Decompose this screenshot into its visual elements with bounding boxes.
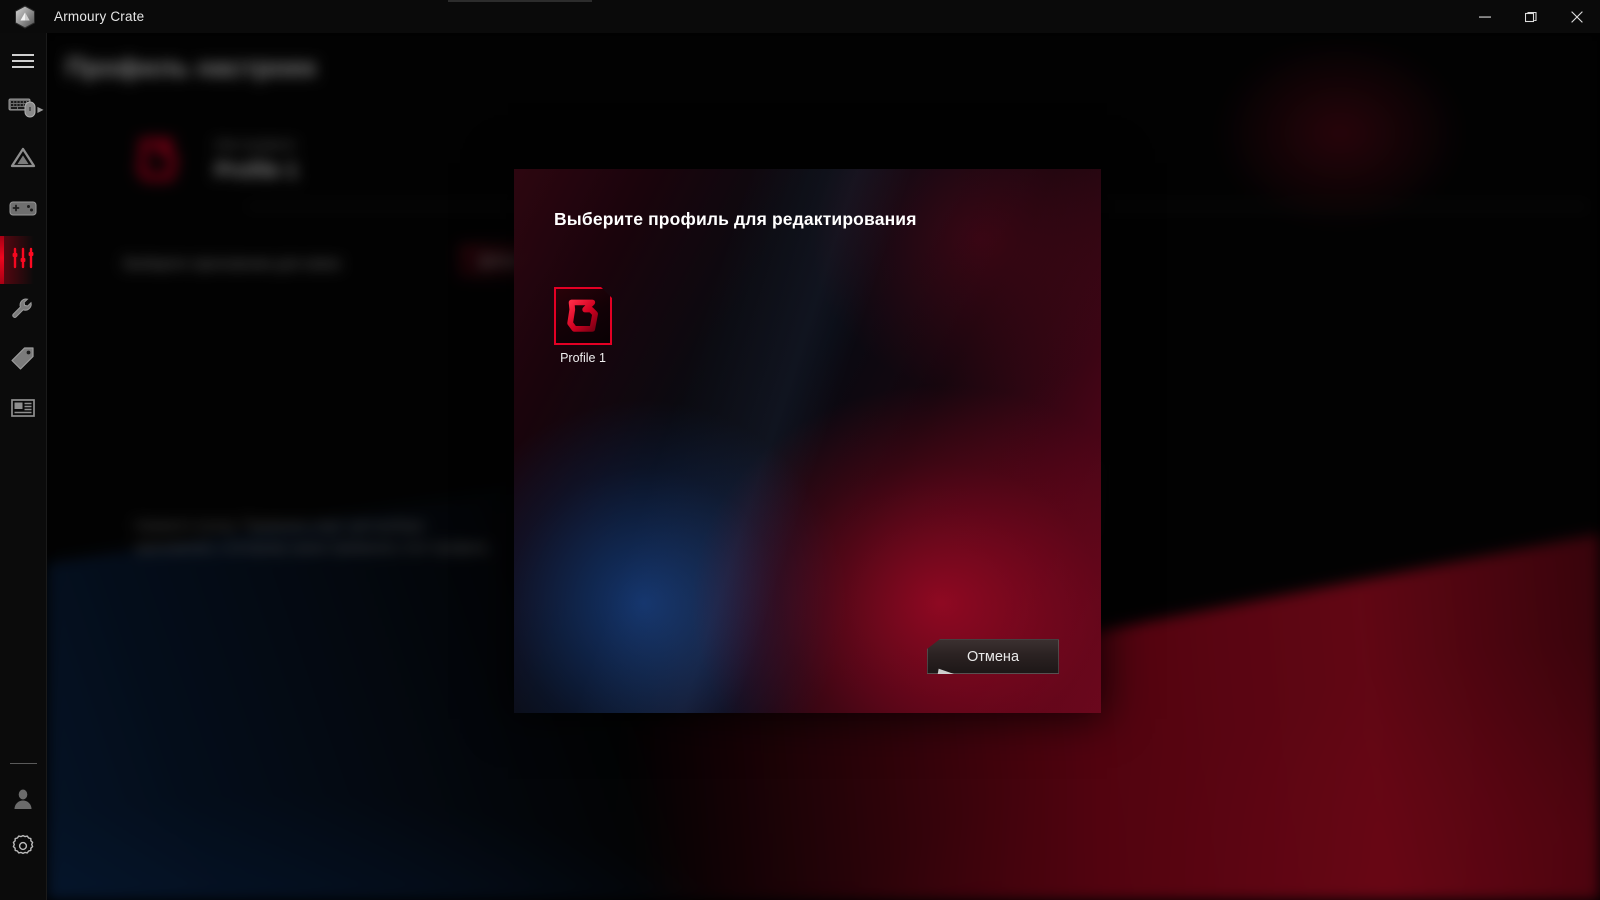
sidebar-item-menu-toggle[interactable]	[0, 42, 47, 84]
sidebar-bottom-group	[0, 763, 47, 900]
aura-triangle-icon	[10, 146, 36, 175]
button-bevel	[928, 665, 954, 674]
minimize-button[interactable]	[1462, 0, 1508, 33]
left-sidebar: ▶	[0, 33, 47, 900]
profile-tile-label: Profile 1	[560, 351, 606, 365]
app-window: Профиль настроек Имя профиля Profile 1 В…	[0, 0, 1600, 900]
dialog-title: Выберите профиль для редактирования	[554, 209, 917, 229]
sidebar-item-settings[interactable]	[0, 825, 47, 872]
select-profile-dialog: Выберите профиль для редактирования Prof…	[514, 169, 1101, 713]
window-controls	[1462, 0, 1600, 33]
app-title: Armoury Crate	[54, 9, 145, 24]
close-button[interactable]	[1554, 0, 1600, 33]
titlebar-accent-line	[448, 0, 592, 2]
cancel-button-label: Отмена	[966, 648, 1020, 665]
keyboard-mouse-icon	[8, 96, 38, 125]
chevron-right-icon: ▶	[37, 105, 44, 114]
sidebar-item-tools[interactable]	[0, 286, 47, 334]
cancel-button[interactable]: Отмена	[927, 639, 1059, 674]
window-titlebar: Armoury Crate	[0, 0, 1600, 33]
sidebar-item-news[interactable]	[0, 386, 47, 434]
gamepad-icon	[9, 197, 37, 224]
price-tag-icon	[10, 346, 36, 375]
news-window-icon	[10, 397, 36, 424]
sliders-icon	[10, 246, 36, 275]
sidebar-item-scenario-profiles[interactable]	[0, 236, 47, 284]
profile-tile[interactable]: Profile 1	[554, 287, 612, 365]
sidebar-item-game-profiles[interactable]	[0, 186, 47, 234]
rog-profile-logo-icon[interactable]	[554, 287, 612, 345]
sidebar-item-devices[interactable]: ▶	[0, 86, 47, 134]
sidebar-item-deals[interactable]	[0, 336, 47, 384]
restore-button[interactable]	[1508, 0, 1554, 33]
profile-tile-list: Profile 1	[554, 287, 612, 365]
gear-icon	[11, 834, 35, 863]
user-account-icon	[11, 787, 35, 816]
hamburger-menu-icon	[11, 53, 35, 74]
sidebar-divider	[9, 763, 37, 764]
sidebar-item-user-account[interactable]	[0, 778, 47, 825]
sidebar-item-aura-sync[interactable]	[0, 136, 47, 184]
rog-hexagon-logo-icon	[8, 0, 42, 33]
wrench-icon	[10, 296, 36, 325]
